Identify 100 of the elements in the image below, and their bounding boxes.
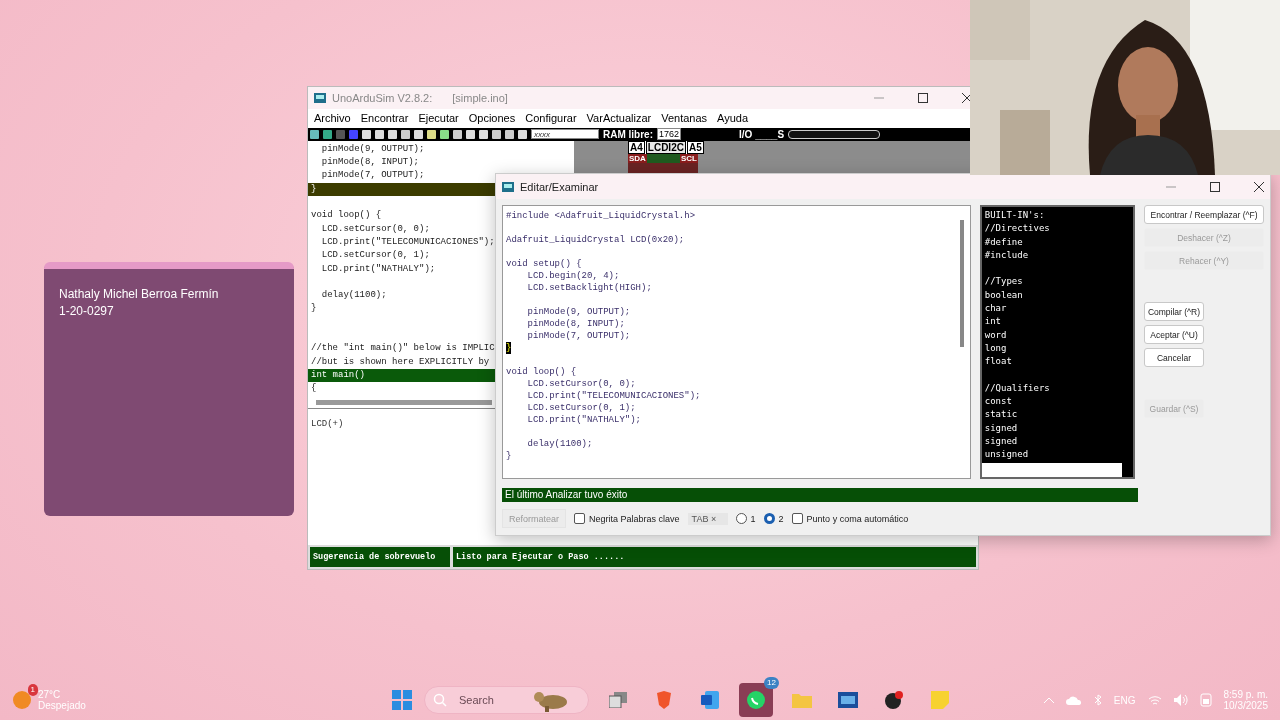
builtin-item: boolean: [984, 288, 1023, 302]
tab-field[interactable]: TAB ×: [687, 512, 728, 525]
code-line: LCD.setBacklight(HIGH);: [526, 282, 652, 294]
circuit-board-icon: [838, 692, 858, 708]
builtin-item: BUILT-IN's:: [984, 209, 1045, 222]
builtin-item: char: [984, 302, 1007, 316]
builtin-item: long: [984, 341, 1007, 355]
scrollbar[interactable]: [981, 463, 1122, 477]
code-line: pinMode(9, OUTPUT);: [526, 306, 631, 318]
code-line: //but is shown here EXPLICITLY by: [310, 355, 490, 369]
student-id: 1-20-0297: [59, 304, 115, 318]
output-text: LCD(+): [311, 419, 344, 430]
io-label: I/O ____S: [739, 128, 785, 140]
code-line: void setup() {: [506, 258, 582, 270]
maximize-icon[interactable]: [918, 92, 928, 103]
builtin-item: float: [984, 355, 1012, 369]
code-line: pinMode(7, OUTPUT);: [526, 330, 631, 342]
code-line: LCD.print("TELECOMUNICACIONES");: [526, 390, 701, 402]
record-icon: [884, 690, 904, 710]
builtin-item: //Qualifiers: [984, 381, 1050, 395]
menu-item[interactable]: Configurar: [525, 112, 577, 125]
code-line: pinMode(9, OUTPUT);: [320, 142, 425, 156]
ram-label: RAM libre:: [603, 128, 653, 140]
pin-label: SCL: [680, 153, 698, 163]
notification-badge: 1: [27, 684, 38, 696]
status-field: Sugerencia de sobrevuelo: [310, 547, 450, 567]
close-icon[interactable]: [962, 92, 972, 103]
scrollbar[interactable]: [316, 399, 492, 405]
maximize-icon[interactable]: [1210, 181, 1220, 192]
radio-button[interactable]: [763, 513, 775, 524]
builtin-item: int: [984, 315, 1001, 329]
checkbox[interactable]: [791, 513, 803, 524]
builtin-item: //Directives: [984, 222, 1050, 236]
code-line: LCD.setCursor(0, 1);: [320, 249, 430, 263]
notification-badge: 12: [764, 677, 779, 689]
code-line: LCD.print("NATHALY");: [526, 414, 642, 426]
task-view-icon: [609, 692, 627, 708]
dialog-title: Editar/Examinar: [520, 180, 599, 193]
chat-icon: [746, 690, 766, 710]
menu-item[interactable]: Ventanas: [661, 112, 708, 125]
checkbox-label: Negrita Palabras clave: [589, 513, 680, 524]
code-line: void loop() {: [506, 366, 577, 378]
code-line: }: [310, 302, 317, 316]
menu-item[interactable]: Ayuda: [717, 112, 749, 125]
code-line: delay(1100);: [526, 438, 593, 450]
scrollbar[interactable]: [959, 220, 964, 347]
code-line: delay(1100);: [320, 289, 387, 303]
builtin-item: #include: [984, 248, 1029, 262]
dialog-button[interactable]: Compilar (^R): [1144, 302, 1204, 321]
sticky-note-icon: [931, 691, 949, 709]
app-icon: [314, 92, 326, 103]
status-message: El último Analizar tuvo éxito: [502, 488, 1138, 502]
code-line: LCD.setCursor(0, 0);: [526, 378, 636, 390]
code-line: pinMode(8, INPUT);: [320, 156, 420, 170]
temperature: 27°C: [38, 689, 62, 700]
code-line: #include <Adafruit_LiquidCrystal.h>: [506, 210, 696, 222]
search-field[interactable]: xxxx: [531, 129, 599, 140]
folder-icon: [792, 692, 812, 708]
code-line: //the "int main()" below is IMPLIC: [310, 342, 495, 356]
student-name: Nathaly Michel Berroa Fermín: [59, 287, 220, 301]
checkbox-label: Punto y coma automático: [806, 513, 909, 524]
ram-value: 1762: [657, 128, 682, 141]
builtin-item: signed: [984, 421, 1018, 435]
radio-label: 1: [750, 513, 756, 524]
app-icon: [502, 181, 514, 192]
code-line: pinMode(7, OUTPUT);: [320, 169, 425, 183]
builtin-item: signed: [984, 435, 1018, 449]
document-icon: [701, 691, 719, 709]
menu-item[interactable]: Ejecutar: [418, 112, 459, 125]
taskbar-search[interactable]: Search: [424, 686, 589, 714]
pin-label: SDA: [628, 153, 647, 163]
menu-item[interactable]: Archivo: [314, 112, 351, 125]
code-line: {: [310, 382, 317, 396]
code-line: LCD.begin(20, 4);: [526, 270, 620, 282]
code-line: LCD.setCursor(0, 1);: [526, 402, 636, 414]
file-name: [simple.ino]: [452, 91, 508, 104]
code-line: }: [506, 450, 512, 462]
code-line: pinMode(8, INPUT);: [526, 318, 625, 330]
builtin-item: static: [984, 408, 1018, 422]
taskbar-app[interactable]: [739, 683, 773, 717]
start-icon[interactable]: [392, 690, 412, 710]
radio-button[interactable]: [735, 513, 747, 524]
search-field[interactable]: Search: [457, 693, 521, 707]
sun-icon: [12, 690, 32, 710]
code-editor[interactable]: [502, 205, 971, 479]
status-field: Listo para Ejecutar o Paso ......: [453, 547, 976, 567]
menu-item[interactable]: VarActualizar: [586, 112, 652, 125]
menu-item[interactable]: Opciones: [468, 112, 516, 125]
menu-item[interactable]: Encontrar: [360, 112, 409, 125]
builtin-item: word: [984, 328, 1007, 342]
code-line: void loop() {: [310, 209, 382, 223]
close-icon[interactable]: [1254, 181, 1264, 192]
code-line: Adafruit_LiquidCrystal LCD(0x20);: [506, 234, 685, 246]
code-line: LCD.print("NATHALY");: [320, 262, 436, 276]
code-line: LCD.setCursor(0, 0);: [320, 222, 430, 236]
dialog-button[interactable]: Aceptar (^U): [1144, 325, 1204, 344]
checkbox[interactable]: [574, 513, 586, 524]
builtin-item: //Types: [984, 275, 1023, 289]
dialog-button[interactable]: Cancelar: [1144, 348, 1204, 367]
dialog-button[interactable]: Encontrar / Reemplazar (^F): [1144, 205, 1264, 224]
